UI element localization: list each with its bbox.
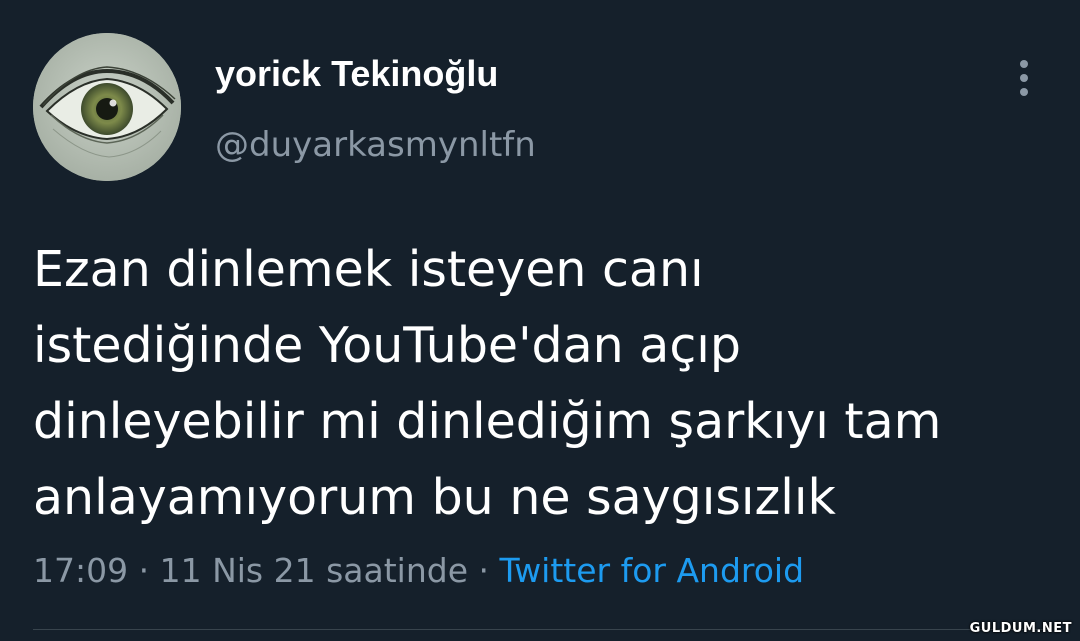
divider bbox=[33, 629, 1047, 630]
avatar[interactable] bbox=[33, 33, 181, 181]
tweet-time[interactable]: 17:09 bbox=[33, 551, 128, 590]
tweet-meta: 17:09 · 11 Nis 21 saatinde · Twitter for… bbox=[33, 547, 804, 595]
tweet-text-line: Ezan dinlemek isteyen canı bbox=[33, 241, 704, 298]
author-display-name[interactable]: yorick Tekinoğlu bbox=[215, 50, 498, 98]
tweet-text: Ezan dinlemek isteyen canı istediğinde Y… bbox=[33, 232, 1043, 536]
tweet-source-link[interactable]: Twitter for Android bbox=[500, 551, 805, 590]
eye-photo-icon bbox=[33, 33, 181, 181]
meta-separator: · bbox=[468, 551, 500, 590]
tweet: yorick Tekinoğlu @duyarkasmynltfn Ezan d… bbox=[0, 0, 1080, 641]
author-handle[interactable]: @duyarkasmynltfn bbox=[215, 121, 536, 169]
meta-separator: · bbox=[128, 551, 160, 590]
tweet-text-line: dinleyebilir mi dinlediğim şarkıyı tam bbox=[33, 393, 942, 450]
watermark: GULDUM.NET bbox=[969, 621, 1072, 636]
more-options-button[interactable] bbox=[1009, 58, 1039, 98]
tweet-date[interactable]: 11 Nis 21 saatinde bbox=[160, 551, 468, 590]
tweet-text-line: istediğinde YouTube'dan açıp bbox=[33, 317, 741, 374]
tweet-text-line: anlayamıyorum bu ne saygısızlık bbox=[33, 469, 836, 526]
